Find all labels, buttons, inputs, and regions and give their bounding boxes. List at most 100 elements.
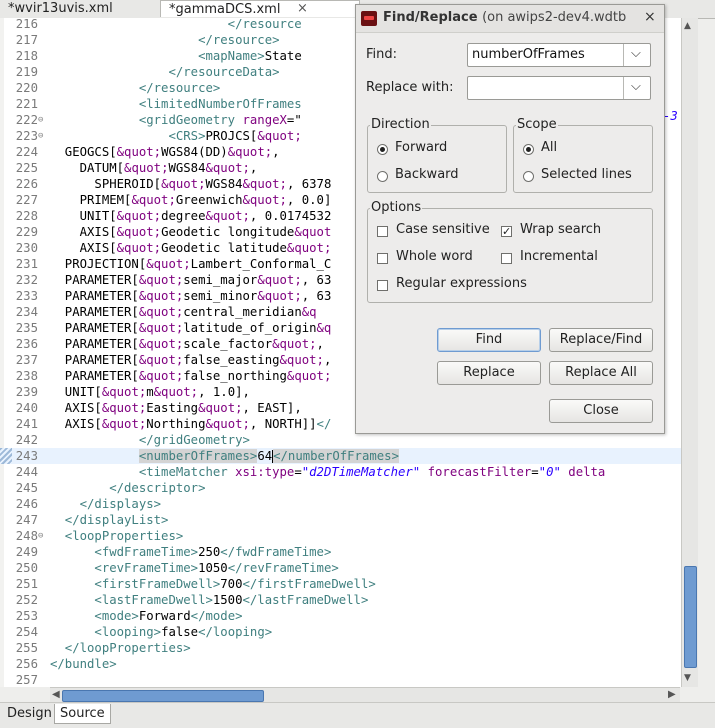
scroll-up-icon[interactable]: ▲ — [684, 21, 691, 31]
code-token: </ — [316, 417, 332, 431]
code-token: &quot — [294, 225, 332, 239]
code-token: UNIT[ — [50, 209, 117, 223]
find-input[interactable]: numberOfFrames — [472, 47, 585, 62]
code-line[interactable]: 253 <mode>Forward</mode> — [0, 608, 681, 624]
fold-toggle-icon[interactable]: ⊖ — [38, 112, 43, 128]
code-token: </revFrameTime> — [227, 561, 339, 575]
code-token: &quot; — [101, 417, 147, 431]
tab-design[interactable]: Design — [2, 704, 57, 723]
code-text: AXIS[&quot;Geodetic longitude&quot — [50, 224, 332, 240]
code-token: &quot; — [116, 241, 162, 255]
code-token: rangeX — [242, 113, 287, 127]
code-line[interactable]: 243 <numberOfFrames>64</numberOfFrames> — [0, 448, 681, 464]
replace-dropdown-button[interactable]: ⌵ — [623, 77, 650, 99]
vertical-scroll-thumb[interactable] — [684, 566, 697, 668]
dialog-title-bar[interactable]: Find/Replace (on awips2-dev4.wdtb × — [356, 5, 664, 33]
code-token: &quot; — [138, 321, 184, 335]
chevron-down-icon: ⌵ — [631, 46, 641, 61]
horizontal-scroll-thumb[interactable] — [62, 690, 264, 702]
code-line[interactable]: 247 </displayList> — [0, 512, 681, 528]
code-line[interactable]: 242 </gridGeometry> — [0, 432, 681, 448]
code-token: &quot; — [279, 353, 324, 367]
line-number: 236 — [15, 337, 38, 351]
close-icon[interactable]: × — [644, 9, 656, 25]
fold-toggle-icon[interactable]: ⊖ — [38, 128, 43, 144]
code-line[interactable]: 246 </displays> — [0, 496, 681, 512]
replace-all-button[interactable]: Replace All — [549, 361, 653, 385]
code-token: , NORTH]] — [249, 417, 317, 431]
regex-checkbox[interactable] — [377, 280, 388, 291]
code-text: <fwdFrameTime>250</fwdFrameTime> — [50, 544, 331, 560]
scope-all-radio[interactable] — [523, 144, 534, 155]
dialog-title: Find/Replace (on awips2-dev4.wdtb — [383, 10, 626, 25]
case-sensitive-label: Case sensitive — [396, 222, 490, 237]
line-number: 255 — [15, 641, 38, 655]
find-button[interactable]: Find — [437, 328, 541, 352]
find-combo[interactable]: numberOfFrames ⌵ — [467, 43, 651, 67]
whole-word-checkbox[interactable] — [377, 253, 388, 264]
fold-toggle-icon[interactable]: ⊖ — [38, 528, 43, 544]
code-line[interactable]: 254 <looping>false</looping> — [0, 624, 681, 640]
replace-combo[interactable]: ⌵ — [467, 76, 651, 100]
code-line[interactable]: 256 </bundle> — [0, 656, 681, 672]
line-number: 242 — [15, 433, 38, 447]
line-number: 245 — [15, 481, 38, 495]
code-token: degree — [161, 209, 206, 223]
code-token: UNIT[ — [50, 385, 102, 399]
code-text: <revFrameTime>1050</revFrameTime> — [50, 560, 339, 576]
code-line[interactable]: 245 </descriptor> — [0, 480, 681, 496]
code-token: Northing — [146, 417, 206, 431]
code-text: AXIS[&quot;Geodetic latitude&quot; — [50, 240, 332, 256]
tab-source[interactable]: Source — [54, 704, 111, 724]
case-sensitive-checkbox[interactable] — [377, 226, 388, 237]
scroll-right-icon[interactable]: ▶ — [668, 689, 676, 700]
code-token: AXIS[ — [50, 401, 102, 415]
scroll-left-icon[interactable]: ◀ — [52, 689, 60, 700]
line-number: 226 — [15, 177, 38, 191]
code-line[interactable]: 248 ⊖ <loopProperties> — [0, 528, 681, 544]
backward-radio[interactable] — [377, 171, 388, 182]
code-token: &q — [301, 305, 317, 319]
code-line[interactable]: 244 <timeMatcher xsi:type="d2DTimeMatche… — [0, 464, 681, 480]
line-number: 234 — [15, 305, 38, 319]
code-text: </displayList> — [50, 512, 169, 528]
code-text: AXIS[&quot;Northing&quot;, NORTH]]</ — [50, 416, 332, 432]
code-token: Geodetic longitude — [161, 225, 295, 239]
line-number: 220 — [15, 81, 38, 95]
code-token: 700 — [220, 577, 243, 591]
close-icon[interactable]: × — [297, 1, 308, 16]
code-token: xsi:type — [235, 465, 295, 479]
scope-selected-radio[interactable] — [523, 171, 534, 182]
code-text: </descriptor> — [50, 480, 205, 496]
code-line[interactable]: 249 <fwdFrameTime>250</fwdFrameTime> — [0, 544, 681, 560]
replace-find-button[interactable]: Replace/Find — [549, 328, 653, 352]
replace-button[interactable]: Replace — [437, 361, 541, 385]
incremental-checkbox[interactable] — [501, 253, 512, 264]
vertical-scrollbar[interactable]: ▲ ▼ — [681, 18, 698, 687]
line-number: 235 — [15, 321, 38, 335]
code-line[interactable]: 257 — [0, 672, 681, 687]
code-token: </firstFrameDwell> — [242, 577, 376, 591]
find-dropdown-button[interactable]: ⌵ — [623, 44, 650, 66]
incremental-label: Incremental — [520, 249, 598, 264]
horizontal-scrollbar[interactable]: ◀ ▶ — [50, 687, 680, 703]
code-token: &quot; — [116, 145, 162, 159]
forward-radio[interactable] — [377, 144, 388, 155]
code-text: <limitedNumberOfFrames — [50, 96, 302, 112]
wrap-search-checkbox[interactable]: ✓ — [501, 226, 512, 237]
line-number: 222 — [15, 113, 38, 127]
line-number: 230 — [15, 241, 38, 255]
code-line[interactable]: 255 </loopProperties> — [0, 640, 681, 656]
close-button[interactable]: Close — [549, 399, 653, 423]
find-replace-dialog: Find/Replace (on awips2-dev4.wdtb × Find… — [355, 4, 665, 434]
tab-wvir13uvis[interactable]: *wvir13uvis.xml — [0, 0, 160, 17]
tab-gammadcs[interactable]: *gammaDCS.xml — [160, 0, 360, 17]
replace-label: Replace with: — [366, 80, 454, 95]
code-line[interactable]: 251 <firstFrameDwell>700</firstFrameDwel… — [0, 576, 681, 592]
line-number: 237 — [15, 353, 38, 367]
code-token: m — [146, 385, 154, 399]
code-line[interactable]: 252 <lastFrameDwell>1500</lastFrameDwell… — [0, 592, 681, 608]
scroll-down-icon[interactable]: ▼ — [684, 673, 691, 683]
code-line[interactable]: 250 <revFrameTime>1050</revFrameTime> — [0, 560, 681, 576]
